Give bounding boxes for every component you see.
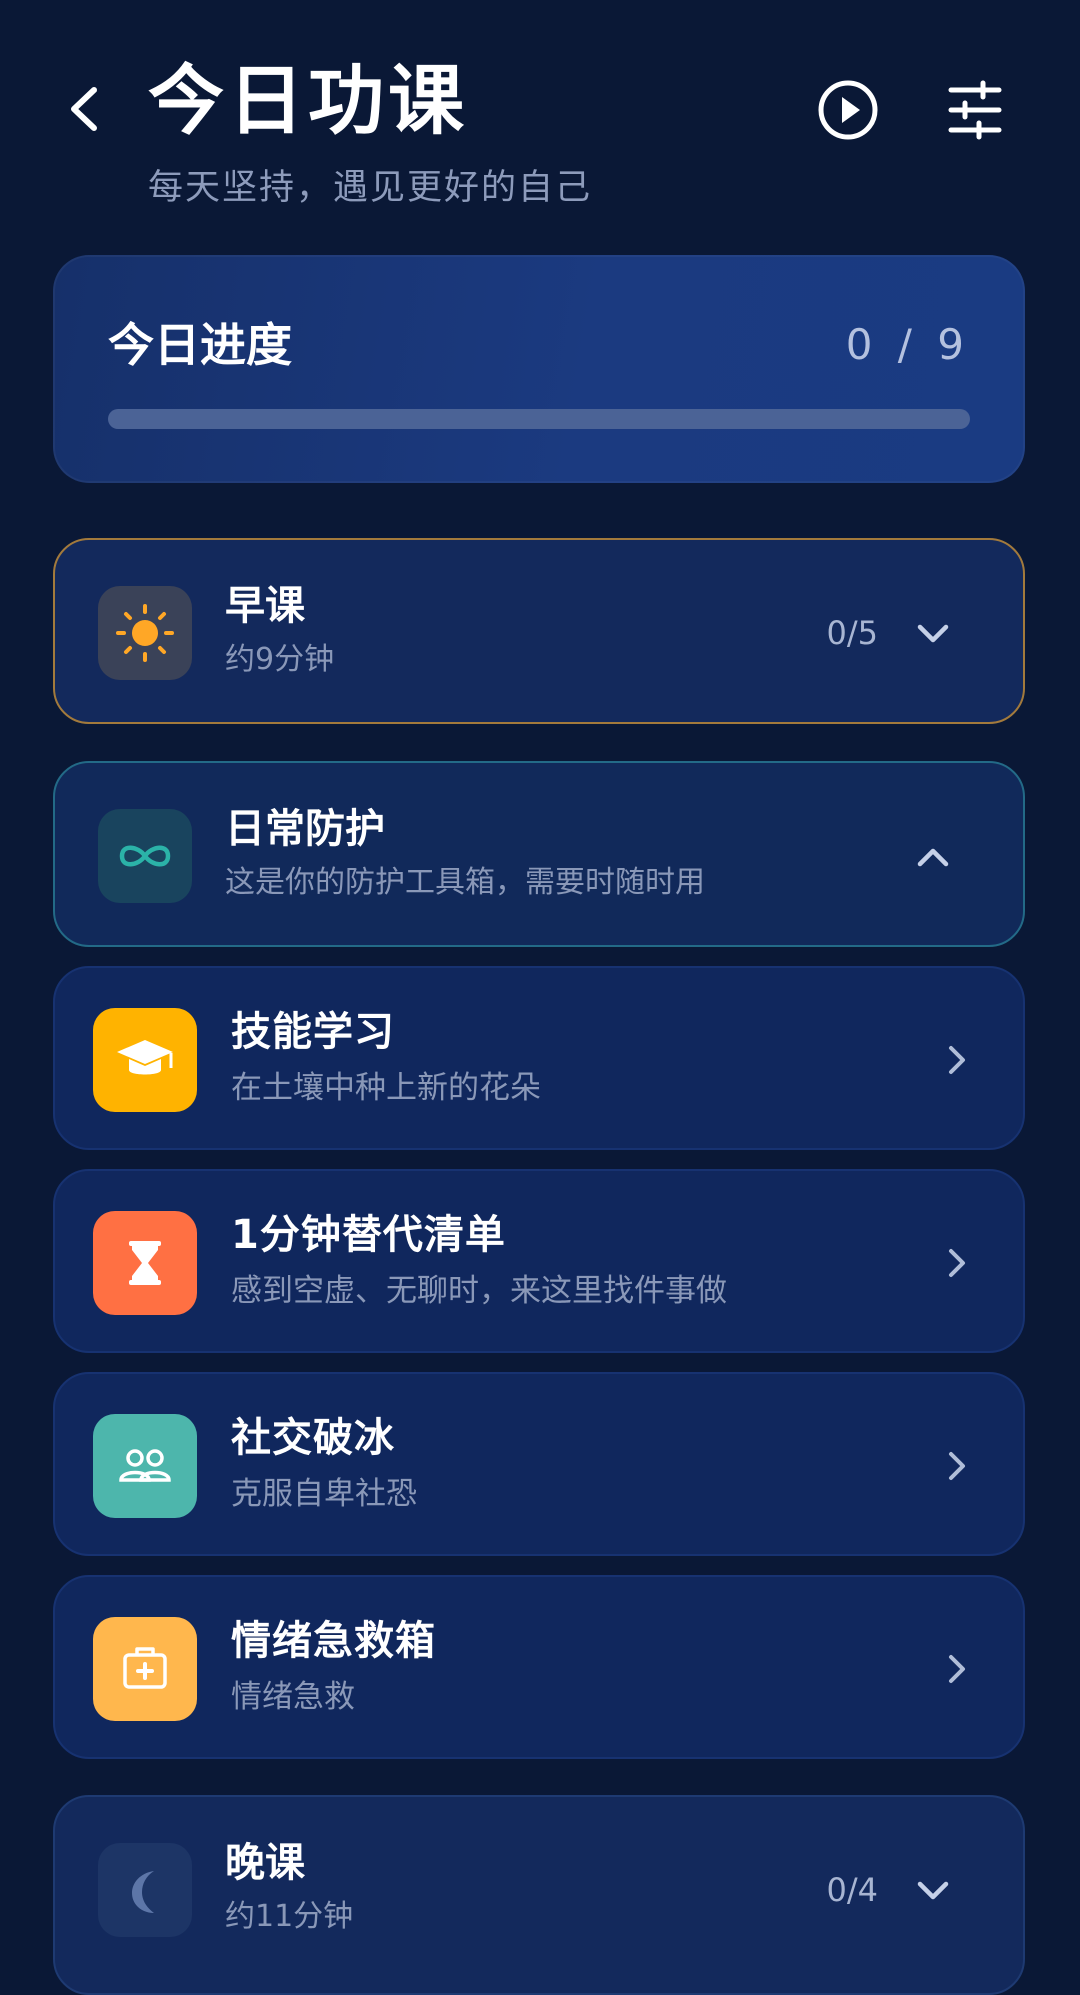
- progress-bar: [108, 409, 970, 429]
- expand-button[interactable]: [915, 1873, 951, 1909]
- item-title: 技能学习: [231, 1009, 395, 1055]
- chevron-right-icon: [939, 1651, 973, 1687]
- chevron-right-icon: [939, 1448, 973, 1484]
- header: 今日功课 每天坚持，遇见更好的自己: [0, 0, 1080, 230]
- section-title: 日常防护: [225, 806, 385, 852]
- expand-button[interactable]: [915, 616, 951, 652]
- section-count: 0/5: [826, 614, 879, 652]
- daily-icon-box: [98, 809, 192, 903]
- section-morning[interactable]: 早课 约9分钟 0/5: [53, 538, 1025, 724]
- chevron-right-icon: [939, 1245, 973, 1281]
- item-subtitle: 克服自卑社恐: [231, 1476, 417, 1512]
- play-circle-icon: [818, 80, 878, 140]
- chevron-up-icon: [917, 848, 949, 867]
- hourglass-icon: [129, 1241, 161, 1285]
- people-icon: [119, 1449, 171, 1482]
- sliders-icon: [948, 80, 1002, 140]
- moon-icon: [132, 1871, 154, 1913]
- social-icon-box: [93, 1414, 197, 1518]
- section-daily-protection[interactable]: 日常防护 这是你的防护工具箱，需要时随时用: [53, 761, 1025, 947]
- page-subtitle: 每天坚持，遇见更好的自己: [148, 168, 593, 208]
- section-evening[interactable]: 晚课 约11分钟 0/4: [53, 1795, 1025, 1995]
- chevron-down-icon: [917, 624, 949, 643]
- back-button[interactable]: [58, 78, 114, 140]
- progress-title: 今日进度: [108, 318, 292, 372]
- play-button[interactable]: [816, 78, 880, 142]
- page-title: 今日功课: [148, 56, 468, 145]
- settings-button[interactable]: [945, 80, 1005, 140]
- item-subtitle: 情绪急救: [231, 1679, 355, 1715]
- list-item-emotion-first-aid[interactable]: 情绪急救箱 情绪急救: [53, 1575, 1025, 1759]
- list-item-one-minute-alternatives[interactable]: 1分钟替代清单 感到空虚、无聊时，来这里找件事做: [53, 1169, 1025, 1353]
- first-aid-kit-icon: [123, 1647, 167, 1689]
- item-title: 社交破冰: [231, 1415, 395, 1461]
- morning-icon-box: [98, 586, 192, 680]
- section-title: 晚课: [225, 1840, 305, 1886]
- hourglass-icon-box: [93, 1211, 197, 1315]
- item-title: 情绪急救箱: [231, 1618, 436, 1664]
- chevron-down-icon: [917, 1881, 949, 1900]
- section-count: 0/4: [826, 1871, 879, 1909]
- chevron-left-icon: [71, 87, 97, 131]
- list-item-social-icebreaker[interactable]: 社交破冰 克服自卑社恐: [53, 1372, 1025, 1556]
- chevron-right-icon: [939, 1042, 973, 1078]
- today-progress-card: 今日进度 0 / 9: [53, 255, 1025, 483]
- progress-count: 0 / 9: [845, 320, 970, 369]
- evening-icon-box: [98, 1843, 192, 1937]
- first-aid-icon-box: [93, 1617, 197, 1721]
- section-subtitle: 约9分钟: [225, 642, 335, 677]
- item-subtitle: 在土壤中种上新的花朵: [231, 1070, 541, 1106]
- item-title: 1分钟替代清单: [231, 1212, 506, 1258]
- list-item-skill-learning[interactable]: 技能学习 在土壤中种上新的花朵: [53, 966, 1025, 1150]
- collapse-button[interactable]: [915, 839, 951, 875]
- item-subtitle: 感到空虚、无聊时，来这里找件事做: [231, 1273, 727, 1309]
- graduation-cap-icon: [117, 1040, 173, 1075]
- sun-icon: [116, 604, 174, 662]
- section-subtitle: 约11分钟: [225, 1899, 354, 1934]
- skill-icon-box: [93, 1008, 197, 1112]
- section-title: 早课: [225, 583, 305, 629]
- infinity-icon: [119, 845, 171, 867]
- section-subtitle: 这是你的防护工具箱，需要时随时用: [225, 865, 705, 900]
